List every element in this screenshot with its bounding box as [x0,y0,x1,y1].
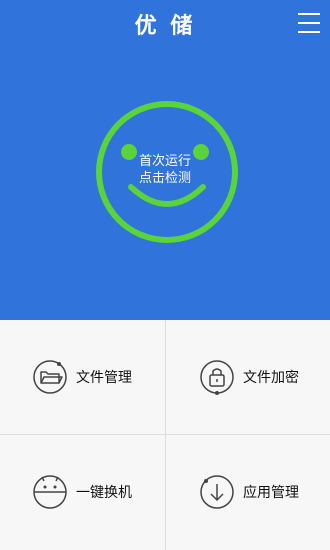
feature-grid: 文件管理 文件加密 一键换机 应用管理 [0,320,330,550]
app-manager-label: 应用管理 [243,485,299,501]
file-manager-label: 文件管理 [76,370,132,386]
status-line-1: 首次运行 [138,154,191,169]
one-click-transfer-button[interactable]: 一键换机 [0,435,165,550]
status-line-2: 点击检测 [138,171,191,186]
download-icon [199,474,235,510]
status-text[interactable]: 首次运行 点击检测 [0,153,330,187]
lock-icon [199,359,235,395]
one-click-transfer-label: 一键换机 [76,485,132,501]
file-manager-button[interactable]: 文件管理 [0,320,165,435]
folder-icon [32,359,68,395]
android-icon [32,474,68,510]
file-encrypt-label: 文件加密 [243,370,299,386]
file-encrypt-button[interactable]: 文件加密 [165,320,330,435]
menu-icon[interactable] [298,13,320,35]
hero-panel: 优 储 首次运行 点击检测 [0,0,330,320]
app-title: 优 储 [134,14,196,39]
app-manager-button[interactable]: 应用管理 [165,435,330,550]
